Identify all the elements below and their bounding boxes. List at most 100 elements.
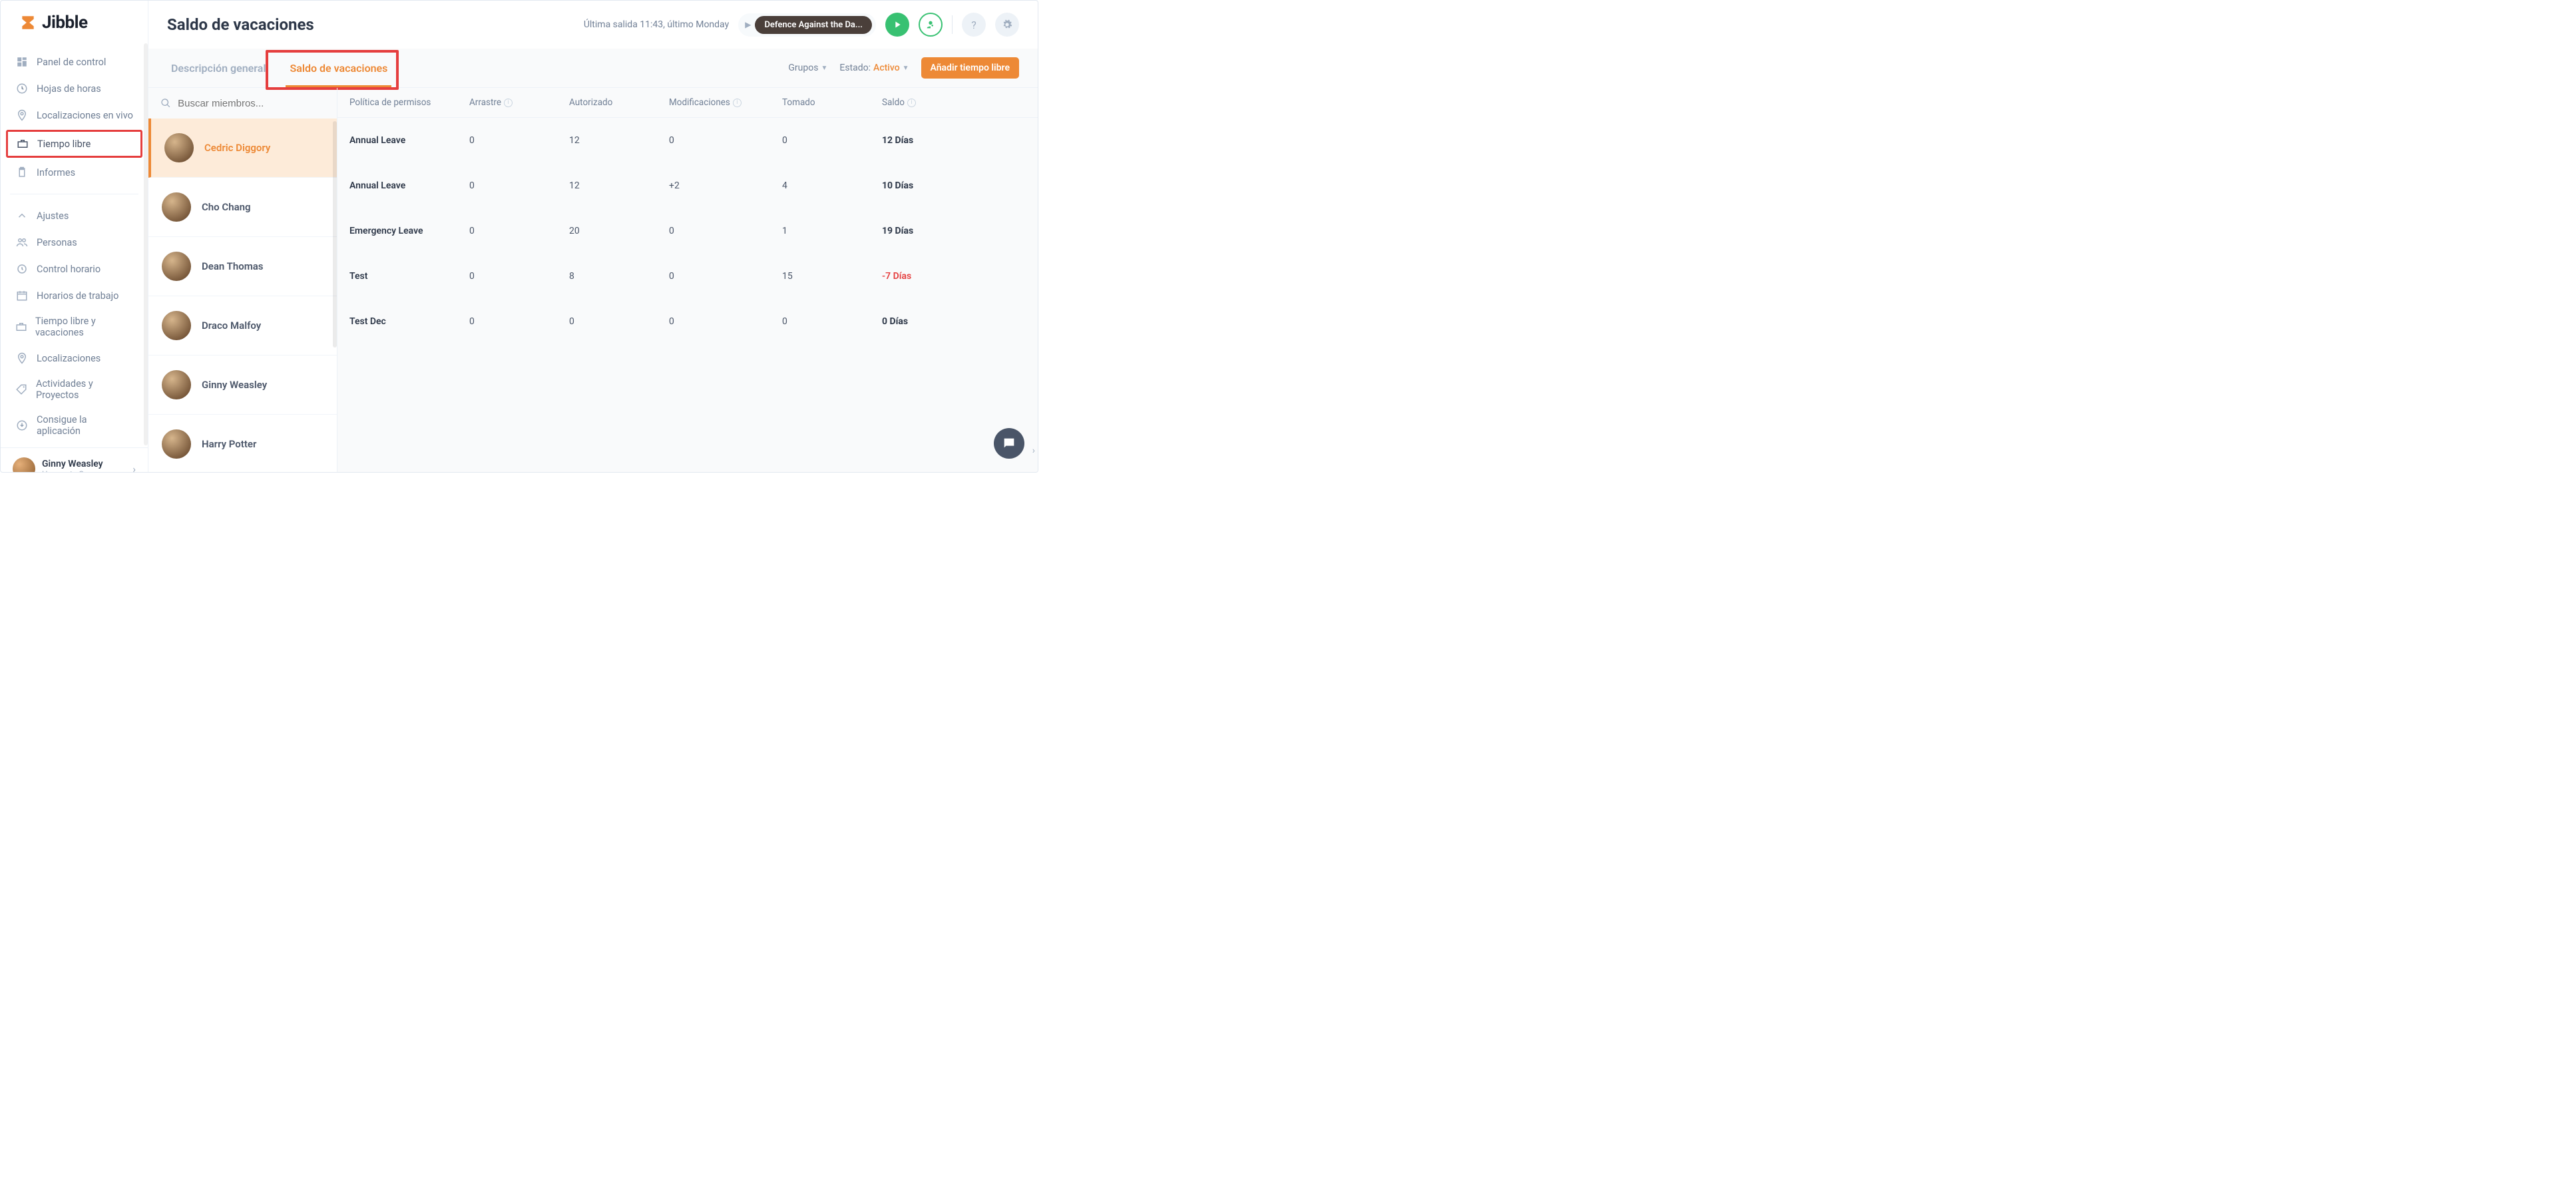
- carousel-next[interactable]: ›: [1032, 445, 1035, 456]
- person-add-icon: [925, 19, 936, 30]
- member-item[interactable]: Ginny Weasley: [148, 356, 337, 415]
- nav-item-ajustes[interactable]: Ajustes: [1, 202, 148, 229]
- avatar: [164, 133, 194, 162]
- nav-item-localizaciones[interactable]: Localizaciones: [1, 345, 148, 371]
- nav-label: Tiempo libre y vacaciones: [35, 316, 133, 338]
- cell-mods: 0: [669, 271, 782, 282]
- user-meta: Ginny Weasley Hogwarts Co: [42, 459, 126, 473]
- activity-chip[interactable]: ▶ Defence Against the Da...: [738, 13, 876, 37]
- sidebar-scrollbar[interactable]: [144, 43, 148, 445]
- th-balance: Saldoi: [882, 97, 982, 108]
- nav-label: Tiempo libre: [37, 138, 91, 150]
- info-icon[interactable]: i: [733, 99, 742, 107]
- nav-item-horarios-de-trabajo[interactable]: Horarios de trabajo: [1, 282, 148, 309]
- state-label: Estado:: [839, 63, 871, 73]
- nav-item-panel-de-control[interactable]: Panel de control: [1, 49, 148, 75]
- clock-shield-icon: [15, 262, 29, 276]
- filter-group: Grupos ▼ Estado: Activo▼ Añadir tiempo l…: [788, 57, 1019, 79]
- topbar-divider: [952, 15, 953, 34]
- table-body: Annual Leave0120012 DíasAnnual Leave012+…: [337, 118, 1038, 344]
- clock-in-button[interactable]: [885, 13, 909, 37]
- help-button[interactable]: ?: [962, 13, 986, 37]
- chat-widget[interactable]: [994, 428, 1024, 459]
- clock-icon: [15, 82, 29, 95]
- cell-balance: 19 Días: [882, 226, 982, 236]
- avatar: [162, 192, 191, 222]
- caret-down-icon: ▼: [821, 65, 827, 72]
- member-panel: Cedric DiggoryCho Chang Dean Thomas Draco …: [148, 88, 337, 472]
- sidebar-footer: Ginny Weasley Hogwarts Co › ‹‹ COLAPSAR: [1, 447, 148, 473]
- nav-item-tiempo-libre-y-vacaciones[interactable]: Tiempo libre y vacaciones: [1, 309, 148, 345]
- table-row: Emergency Leave0200119 Días: [337, 208, 1038, 254]
- user-org: Hogwarts Co: [42, 469, 126, 473]
- chevron-up-icon: [15, 209, 29, 222]
- cell-taken: 0: [782, 316, 882, 327]
- state-value: Activo: [873, 63, 900, 73]
- groups-dropdown[interactable]: Grupos ▼: [788, 63, 827, 73]
- member-scrollbar[interactable]: [333, 121, 337, 348]
- play-icon: ▶: [745, 20, 751, 29]
- nav-label: Localizaciones en vivo: [37, 110, 133, 121]
- table-header: Política de permisos Arrastrei Autorizad…: [337, 88, 1038, 118]
- groups-label: Grupos: [788, 63, 818, 73]
- nav-label: Informes: [37, 167, 75, 178]
- logo-icon: [19, 14, 37, 31]
- nav-item-actividades-y-proyectos[interactable]: Actividades y Proyectos: [1, 371, 148, 407]
- content: Cedric DiggoryCho Chang Dean Thomas Draco …: [148, 88, 1038, 472]
- tabs-row: Descripción general Saldo de vacaciones …: [148, 49, 1038, 88]
- nav-label: Personas: [37, 237, 77, 248]
- tab-overview[interactable]: Descripción general: [167, 49, 270, 87]
- briefcase-icon: [15, 320, 27, 334]
- dashboard-icon: [15, 55, 29, 69]
- user-profile[interactable]: Ginny Weasley Hogwarts Co ›: [1, 448, 148, 473]
- member-item[interactable]: Dean Thomas: [148, 237, 337, 296]
- member-search: [148, 88, 337, 119]
- nav-label: Hojas de horas: [37, 83, 101, 95]
- info-icon[interactable]: i: [907, 99, 916, 107]
- cell-entitled: 12: [569, 180, 669, 191]
- member-name: Dean Thomas: [202, 260, 264, 272]
- search-icon: [160, 97, 171, 109]
- nav-label: Horarios de trabajo: [37, 290, 118, 302]
- member-item[interactable]: Cedric Diggory: [148, 119, 337, 178]
- cell-policy: Annual Leave: [349, 135, 469, 146]
- chevron-right-icon: ›: [132, 463, 136, 473]
- nav-item-personas[interactable]: Personas: [1, 229, 148, 256]
- nav-item-hojas-de-horas[interactable]: Hojas de horas: [1, 75, 148, 102]
- state-dropdown[interactable]: Estado: Activo▼: [839, 63, 909, 73]
- info-icon[interactable]: i: [504, 99, 513, 107]
- nav-item-consigue-la-aplicación[interactable]: Consigue la aplicación: [1, 407, 148, 443]
- th-carry: Arrastrei: [469, 97, 569, 108]
- member-item[interactable]: Cho Chang: [148, 178, 337, 237]
- search-input[interactable]: [178, 98, 325, 109]
- brand-logo[interactable]: Jibble: [1, 1, 148, 45]
- member-name: Harry Potter: [202, 438, 256, 450]
- member-item[interactable]: Harry Potter: [148, 415, 337, 472]
- nav-item-localizaciones-en-vivo[interactable]: Localizaciones en vivo: [1, 102, 148, 128]
- add-person-button[interactable]: [919, 13, 943, 37]
- cell-balance: 0 Días: [882, 316, 982, 327]
- clipboard-icon: [15, 166, 29, 179]
- cell-carry: 0: [469, 180, 569, 191]
- nav-item-tiempo-libre[interactable]: Tiempo libre: [6, 130, 142, 158]
- cell-taken: 1: [782, 226, 882, 236]
- avatar: [162, 252, 191, 281]
- nav-label: Actividades y Proyectos: [36, 378, 133, 401]
- table-row: Annual Leave012+2410 Días: [337, 163, 1038, 208]
- table-row: Test08015-7 Días: [337, 254, 1038, 299]
- tab-balance[interactable]: Saldo de vacaciones: [286, 49, 391, 87]
- balance-table: Política de permisos Arrastrei Autorizad…: [337, 88, 1038, 472]
- page-title: Saldo de vacaciones: [167, 15, 314, 34]
- briefcase-icon: [16, 137, 29, 150]
- nav-item-control-horario[interactable]: Control horario: [1, 256, 148, 282]
- cell-policy: Test: [349, 271, 469, 282]
- member-item[interactable]: Draco Malfoy: [148, 296, 337, 356]
- th-entitled: Autorizado: [569, 97, 669, 108]
- add-time-off-button[interactable]: Añadir tiempo libre: [921, 57, 1019, 79]
- nav-item-informes[interactable]: Informes: [1, 159, 148, 186]
- cell-carry: 0: [469, 135, 569, 146]
- th-policy: Política de permisos: [349, 97, 469, 108]
- settings-button[interactable]: [995, 13, 1019, 37]
- cell-entitled: 0: [569, 316, 669, 327]
- cell-mods: 0: [669, 135, 782, 146]
